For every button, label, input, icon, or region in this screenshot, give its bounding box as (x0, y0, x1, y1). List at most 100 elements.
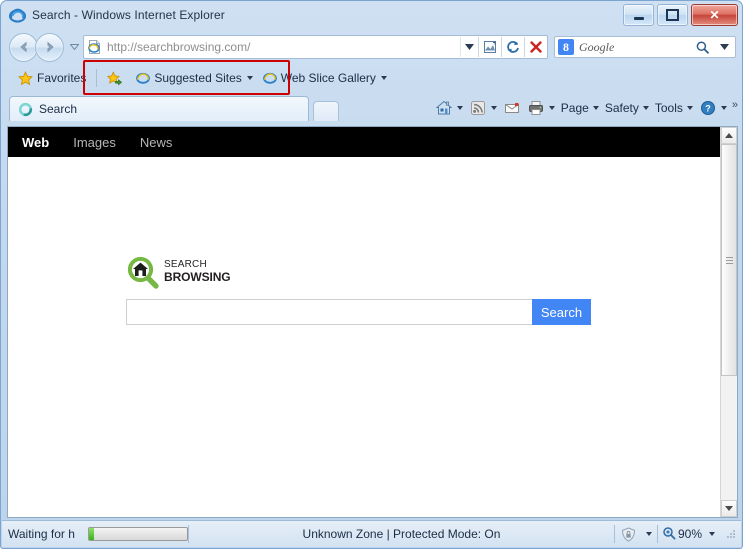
vertical-scrollbar[interactable] (720, 127, 737, 517)
page-icon (87, 39, 103, 55)
maximize-button[interactable] (657, 4, 688, 26)
site-logo-wordmark: SEARCH BROWSING (164, 258, 231, 285)
page-viewport: Web Images News SEARCH BROWSING Search (7, 126, 738, 518)
search-options-button[interactable] (713, 36, 735, 58)
svg-text:?: ? (705, 104, 711, 114)
window-title: Search - Windows Internet Explorer (32, 8, 225, 22)
site-nav-images[interactable]: Images (73, 135, 116, 150)
title-bar: Search - Windows Internet Explorer ✕ (1, 1, 742, 29)
site-logo: SEARCH BROWSING (126, 255, 231, 289)
chevron-down-icon (456, 106, 463, 110)
status-message: Waiting for h (8, 527, 75, 541)
refresh-button[interactable] (502, 36, 524, 58)
close-button[interactable]: ✕ (691, 4, 738, 26)
tab-bar: Search Page Safety Tools ? » (1, 91, 742, 121)
safety-menu-button[interactable]: Safety (602, 97, 652, 119)
mail-icon (503, 99, 521, 117)
recent-pages-button[interactable] (67, 36, 81, 58)
star-icon (18, 70, 33, 86)
chevron-down-icon (490, 106, 497, 110)
window-resize-grip[interactable] (725, 528, 737, 540)
chevron-down-icon (642, 106, 649, 110)
chevron-down-icon (686, 106, 693, 110)
address-bar[interactable]: http://searchbrowsing.com/ (83, 35, 548, 59)
add-star-icon (107, 70, 123, 86)
home-button[interactable] (432, 97, 466, 119)
help-icon: ? (699, 99, 717, 117)
magnifier-house-icon (126, 255, 160, 289)
printer-icon (527, 99, 545, 117)
search-input[interactable] (126, 299, 532, 325)
page-menu-button[interactable]: Page (558, 97, 602, 119)
window-controls: ✕ (623, 4, 738, 26)
home-icon (435, 99, 453, 117)
site-nav-news[interactable]: News (140, 135, 173, 150)
mail-button[interactable] (500, 97, 524, 119)
stop-button[interactable] (525, 36, 547, 58)
tools-menu-button[interactable]: Tools (652, 97, 696, 119)
toolbar-divider (96, 69, 98, 87)
chevron-down-icon (380, 76, 387, 80)
internet-explorer-icon (9, 7, 26, 24)
site-nav-web[interactable]: Web (22, 135, 49, 150)
help-menu-button[interactable]: ? (696, 97, 730, 119)
chevron-down-icon[interactable] (709, 532, 715, 536)
chevron-down-icon (720, 106, 727, 110)
compatibility-view-button[interactable] (479, 36, 501, 58)
new-tab-button[interactable] (313, 101, 339, 121)
page-load-progress-bar (88, 527, 188, 541)
status-bar: Waiting for h Unknown Zone | Protected M… (2, 520, 741, 547)
web-page-content: Web Images News SEARCH BROWSING Search (8, 127, 720, 517)
forward-button[interactable] (35, 32, 64, 62)
suggested-sites-button[interactable]: Suggested Sites (131, 68, 257, 88)
page-menu-label: Page (560, 101, 589, 115)
progress-fill (89, 528, 94, 540)
command-bar-overflow-button[interactable]: » (732, 99, 738, 111)
scrollbar-track[interactable] (721, 144, 737, 500)
add-to-favorites-bar-button[interactable] (102, 68, 131, 88)
address-url-text: http://searchbrowsing.com/ (107, 40, 251, 54)
security-zone-button[interactable] (615, 525, 657, 543)
security-zone-text: Unknown Zone | Protected Mode: On (302, 527, 501, 541)
safety-menu-label: Safety (604, 101, 639, 115)
site-navigation-bar: Web Images News (8, 127, 720, 157)
ie-browser-window: Search - Windows Internet Explorer ✕ htt… (0, 0, 743, 549)
ie-icon (262, 71, 277, 85)
web-slice-gallery-button[interactable]: Web Slice Gallery (258, 68, 392, 88)
logo-line-browsing: BROWSING (164, 269, 231, 284)
chevron-down-icon (548, 106, 555, 110)
search-submit-button[interactable]: Search (532, 299, 591, 325)
site-search-form: Search (126, 299, 591, 325)
print-button[interactable] (524, 97, 558, 119)
suggested-sites-label: Suggested Sites (154, 71, 242, 85)
chevron-down-icon (592, 106, 599, 110)
zoom-control[interactable]: 90% (658, 526, 719, 543)
tab-search[interactable]: Search (9, 96, 309, 121)
scroll-down-button[interactable] (721, 500, 737, 517)
logo-line-search: SEARCH (164, 258, 207, 270)
favorites-button[interactable]: Favorites (13, 68, 91, 88)
favorites-bar: Favorites Suggested Sites Web Slice Gall… (1, 65, 742, 91)
rss-icon (469, 99, 487, 117)
search-provider-box[interactable]: 8 Google (554, 36, 736, 58)
feeds-button[interactable] (466, 97, 500, 119)
chevron-down-icon (246, 76, 253, 80)
google-icon: 8 (558, 39, 574, 55)
ie-icon (136, 71, 151, 85)
web-slice-gallery-label: Web Slice Gallery (280, 71, 376, 85)
address-dropdown-button[interactable] (460, 37, 478, 57)
back-button[interactable] (9, 32, 38, 62)
zoom-level-label: 90% (677, 527, 702, 541)
chevron-down-icon (645, 532, 652, 536)
zoom-in-icon (662, 526, 676, 543)
tab-label: Search (39, 102, 78, 116)
grip-lines-icon (725, 255, 733, 266)
search-provider-label: Google (579, 39, 615, 54)
scroll-up-button[interactable] (721, 127, 737, 144)
favorites-label: Favorites (37, 71, 87, 85)
search-go-icon[interactable] (691, 36, 713, 58)
navigation-toolbar: http://searchbrowsing.com/ 8 Google (1, 29, 742, 95)
minimize-button[interactable] (623, 4, 654, 26)
scrollbar-thumb[interactable] (721, 144, 737, 376)
tools-menu-label: Tools (654, 101, 683, 115)
